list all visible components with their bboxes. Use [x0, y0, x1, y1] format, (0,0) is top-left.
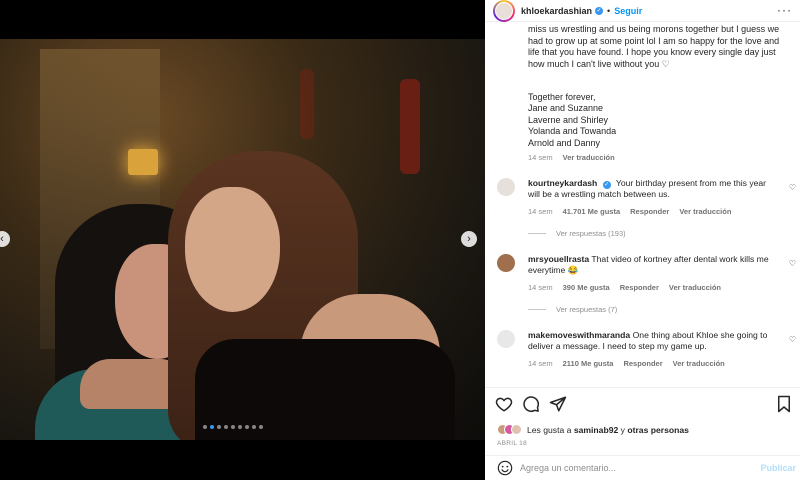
post-header: khloekardashian ✓ • Seguir ··· [485, 0, 800, 22]
bookmark-icon[interactable] [776, 395, 792, 413]
chevron-right-icon[interactable]: › [461, 231, 477, 247]
caption-meta: 14 sem Ver traducción [528, 153, 615, 162]
instagram-post-modal: ‹ › khloekardashian ✓ • Seguir ··· miss … [0, 0, 800, 480]
caption-time: 14 sem [528, 153, 553, 162]
view-replies-button[interactable]: Ver respuestas (193) [528, 229, 626, 238]
media-panel: ‹ › [0, 0, 485, 480]
heart-icon[interactable]: ♡ [789, 335, 796, 344]
follow-button[interactable]: Seguir [614, 6, 642, 16]
comment-meta: 14 sem 41.701 Me gusta Responder Ver tra… [528, 207, 732, 216]
comment-meta: 14 sem 390 Me gusta Responder Ver traduc… [528, 283, 722, 292]
likes-summary: Les gusta a saminab92 y otras personas [497, 424, 689, 435]
carousel-dot [210, 425, 214, 429]
likes-count[interactable]: 41.701 Me gusta [563, 207, 621, 216]
translate-link[interactable]: Ver traducción [679, 207, 731, 216]
view-replies-button[interactable]: Ver respuestas (7) [528, 305, 617, 314]
translate-link[interactable]: Ver traducción [673, 359, 725, 368]
comment-box: Publicar [485, 455, 800, 480]
comment-meta: 14 sem 2110 Me gusta Responder Ver tradu… [528, 359, 725, 368]
comment-text: kourtneykardash ✓ Your birthday present … [528, 178, 767, 199]
carousel-dot [259, 425, 263, 429]
verified-icon: ✓ [595, 6, 604, 15]
post-actions: Les gusta a saminab92 y otras personas A… [485, 387, 800, 454]
post-date: ABRIL 18 [497, 440, 527, 447]
avatar [511, 424, 522, 435]
share-icon[interactable] [549, 395, 567, 413]
avatar[interactable] [497, 254, 515, 272]
caption-line: Laverne and Shirley [528, 115, 609, 125]
verified-icon: ✓ [602, 181, 611, 189]
liker-username[interactable]: saminab92 [574, 425, 618, 435]
post-photo[interactable] [0, 39, 485, 440]
heart-icon[interactable]: ♡ [789, 259, 796, 268]
more-options-icon[interactable]: ··· [777, 3, 792, 17]
caption-line: Jane and Suzanne [528, 103, 604, 113]
comment-icon[interactable] [522, 395, 540, 413]
carousel-dot [252, 425, 256, 429]
publish-button[interactable]: Publicar [760, 463, 796, 473]
likes-count[interactable]: 390 Me gusta [563, 283, 610, 292]
separator: • [607, 5, 611, 16]
carousel-dot [238, 425, 242, 429]
carousel-dot [245, 425, 249, 429]
carousel-dot [217, 425, 221, 429]
translate-link[interactable]: Ver traducción [669, 283, 721, 292]
comment-text: mrsyouellrasta That video of kortney aft… [528, 254, 769, 275]
others-likes-link[interactable]: otras personas [627, 425, 689, 435]
heart-icon[interactable]: ♡ [789, 183, 796, 192]
carousel-dot [224, 425, 228, 429]
post-side-panel: khloekardashian ✓ • Seguir ··· miss us w… [485, 0, 800, 480]
reply-button[interactable]: Responder [620, 283, 659, 292]
carousel-dots [203, 425, 263, 429]
likes-count[interactable]: 2110 Me gusta [563, 359, 614, 368]
avatar[interactable] [497, 178, 515, 196]
emoji-icon[interactable] [497, 460, 513, 476]
comments-scroll-area[interactable]: miss us wrestling and us being morons to… [485, 22, 800, 386]
comment-text: makemoveswithmaranda One thing about Khl… [528, 330, 768, 351]
comment-input[interactable] [520, 463, 750, 473]
comment-username[interactable]: makemoveswithmaranda [528, 330, 630, 340]
heart-icon[interactable] [495, 395, 513, 413]
caption-text: miss us wrestling and us being morons to… [528, 24, 780, 70]
post-username[interactable]: khloekardashian [521, 6, 592, 16]
comment-username[interactable]: mrsyouellrasta [528, 254, 589, 264]
carousel-dot [203, 425, 207, 429]
carousel-dot [231, 425, 235, 429]
comment-username[interactable]: kourtneykardash [528, 178, 597, 188]
caption-line: Together forever, [528, 92, 596, 102]
caption-line: Yolanda and Towanda [528, 126, 617, 136]
avatar[interactable] [497, 330, 515, 348]
avatar[interactable] [493, 0, 515, 22]
reply-button[interactable]: Responder [630, 207, 669, 216]
caption-line: Arnold and Danny [528, 138, 601, 148]
reply-button[interactable]: Responder [623, 359, 662, 368]
translate-link[interactable]: Ver traducción [563, 153, 615, 162]
